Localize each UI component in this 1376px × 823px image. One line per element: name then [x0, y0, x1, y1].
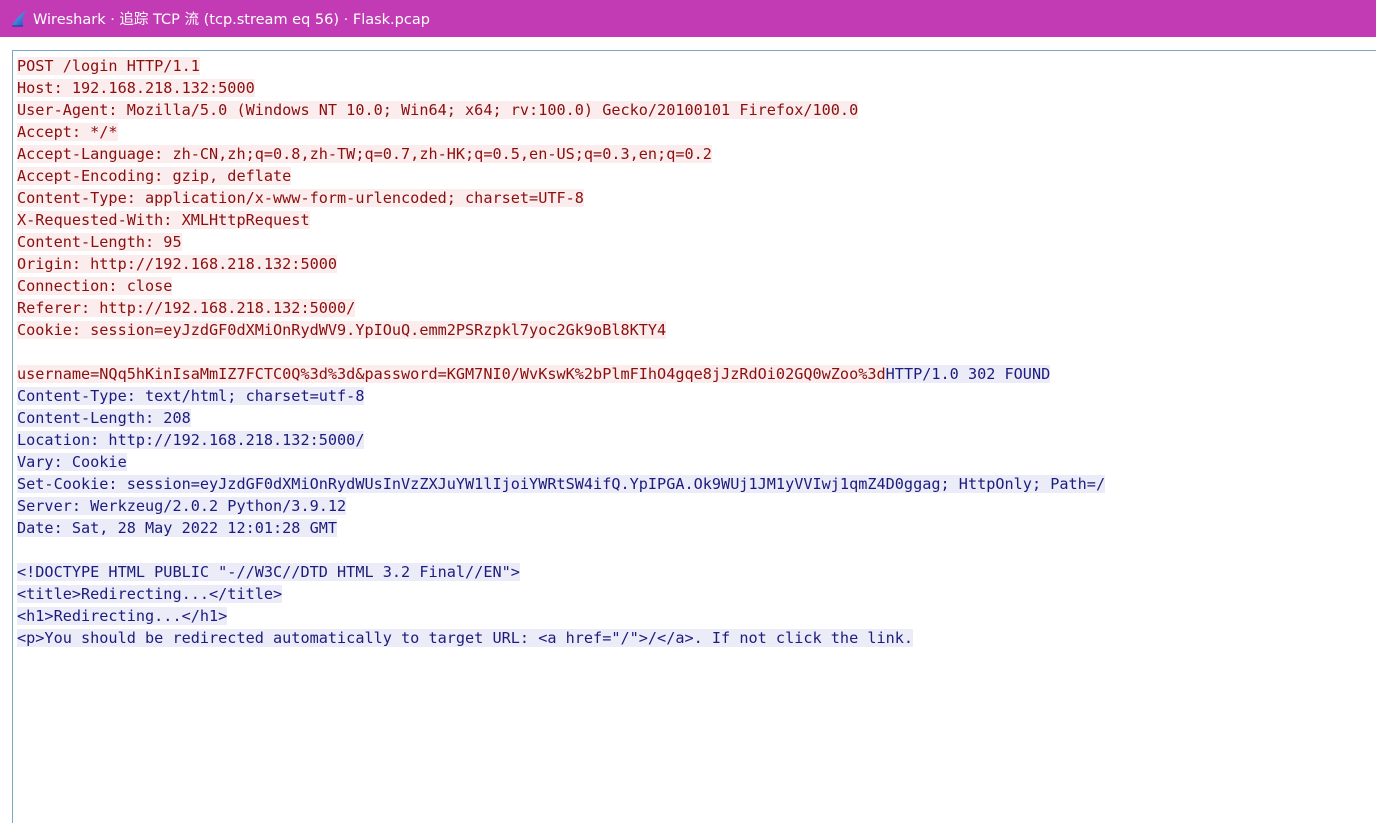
- stream-line: Accept-Language: zh-CN,zh;q=0.8,zh-TW;q=…: [17, 143, 1105, 165]
- stream-line: <title>Redirecting...</title>: [17, 583, 1105, 605]
- stream-line: Location: http://192.168.218.132:5000/: [17, 429, 1105, 451]
- stream-line: <h1>Redirecting...</h1>: [17, 605, 1105, 627]
- client-request-text: Accept-Encoding: gzip, deflate: [17, 167, 292, 185]
- client-request-text: POST /login HTTP/1.1: [17, 57, 200, 75]
- stream-line: Content-Type: application/x-www-form-url…: [17, 187, 1105, 209]
- stream-line: Set-Cookie: session=eyJzdGF0dXMiOnRydWUs…: [17, 473, 1106, 495]
- stream-blank-line: [17, 341, 1105, 363]
- client-request-text: Origin: http://192.168.218.132:5000: [17, 255, 338, 273]
- server-response-text: <p>You should be redirected automaticall…: [17, 629, 914, 647]
- wireshark-fin-icon: [10, 10, 28, 28]
- stream-line: <p>You should be redirected automaticall…: [17, 627, 1105, 649]
- client-request-text: User-Agent: Mozilla/5.0 (Windows NT 10.0…: [17, 101, 859, 119]
- client-request-text: Cookie: session=eyJzdGF0dXMiOnRydWV9.YpI…: [17, 321, 667, 339]
- client-request-text: Accept-Language: zh-CN,zh;q=0.8,zh-TW;q=…: [17, 145, 712, 163]
- stream-line: Cookie: session=eyJzdGF0dXMiOnRydWV9.YpI…: [17, 319, 1105, 341]
- client-request-text: Connection: close: [17, 277, 173, 295]
- stream-line: User-Agent: Mozilla/5.0 (Windows NT 10.0…: [17, 99, 1105, 121]
- stream-line: username=NQq5hKinIsaMmIZ7FCTC0Q%3d%3d&pa…: [17, 363, 1105, 385]
- stream-line: Content-Type: text/html; charset=utf-8: [17, 385, 1105, 407]
- stream-line: Referer: http://192.168.218.132:5000/: [17, 297, 1105, 319]
- server-response-text: HTTP/1.0 302 FOUND: [885, 365, 1051, 383]
- server-response-text: Set-Cookie: session=eyJzdGF0dXMiOnRydWUs…: [17, 475, 1106, 493]
- client-request-text: Content-Length: 95: [17, 233, 182, 251]
- stream-line: Vary: Cookie: [17, 451, 1105, 473]
- client-request-text: X-Requested-With: XMLHttpRequest: [17, 211, 310, 229]
- stream-line: Server: Werkzeug/2.0.2 Python/3.9.12: [17, 495, 1105, 517]
- server-response-text: Content-Length: 208: [17, 409, 191, 427]
- server-response-text: Server: Werkzeug/2.0.2 Python/3.9.12: [17, 497, 347, 515]
- stream-line: Host: 192.168.218.132:5000: [17, 77, 1105, 99]
- stream-line: Content-Length: 208: [17, 407, 1105, 429]
- stream-line: Content-Length: 95: [17, 231, 1105, 253]
- client-request-text: Content-Type: application/x-www-form-url…: [17, 189, 584, 207]
- server-response-text: Date: Sat, 28 May 2022 12:01:28 GMT: [17, 519, 338, 537]
- client-request-text: Accept: */*: [17, 123, 118, 141]
- stream-line: Accept-Encoding: gzip, deflate: [17, 165, 1105, 187]
- server-response-text: <h1>Redirecting...</h1>: [17, 607, 228, 625]
- stream-line: Accept: */*: [17, 121, 1105, 143]
- tcp-stream-content[interactable]: POST /login HTTP/1.1 Host: 192.168.218.13…: [17, 55, 1106, 649]
- client-request-text: username=NQq5hKinIsaMmIZ7FCTC0Q%3d%3d&pa…: [17, 365, 886, 383]
- stream-line: <!DOCTYPE HTML PUBLIC "-//W3C//DTD HTML …: [17, 561, 1105, 583]
- server-response-text: Vary: Cookie: [17, 453, 127, 471]
- stream-line: X-Requested-With: XMLHttpRequest: [17, 209, 1105, 231]
- stream-line: Date: Sat, 28 May 2022 12:01:28 GMT: [17, 517, 1105, 539]
- stream-line: Origin: http://192.168.218.132:5000: [17, 253, 1105, 275]
- stream-line: Connection: close: [17, 275, 1105, 297]
- window-title: Wireshark · 追踪 TCP 流 (tcp.stream eq 56) …: [33, 12, 430, 28]
- client-request-text: Referer: http://192.168.218.132:5000/: [17, 299, 356, 317]
- stream-blank-line: [17, 539, 1105, 561]
- server-response-text: Content-Type: text/html; charset=utf-8: [17, 387, 365, 405]
- server-response-text: <!DOCTYPE HTML PUBLIC "-//W3C//DTD HTML …: [17, 563, 520, 581]
- stream-line: POST /login HTTP/1.1: [17, 55, 1105, 77]
- server-response-text: <title>Redirecting...</title>: [17, 585, 283, 603]
- server-response-text: Location: http://192.168.218.132:5000/: [17, 431, 365, 449]
- client-request-text: Host: 192.168.218.132:5000: [17, 79, 255, 97]
- window-titlebar[interactable]: Wireshark · 追踪 TCP 流 (tcp.stream eq 56) …: [0, 0, 1376, 37]
